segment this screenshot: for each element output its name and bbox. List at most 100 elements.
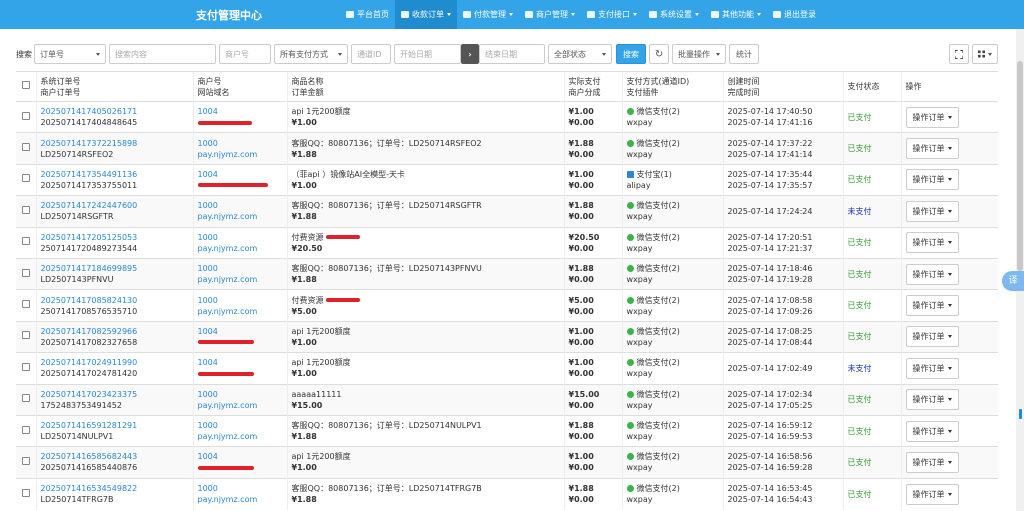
- merchant-id[interactable]: 1000: [198, 232, 283, 243]
- order-action-button[interactable]: 操作订单: [905, 483, 959, 505]
- nav-item-1[interactable]: 收款订单: [395, 0, 457, 29]
- refresh-icon[interactable]: ↻: [649, 44, 669, 64]
- columns-toggle-button[interactable]: [972, 44, 998, 64]
- nav-item-7[interactable]: 退出登录: [767, 0, 822, 29]
- order-action-button[interactable]: 操作订单: [905, 357, 959, 379]
- order-amount: ¥15.00: [291, 400, 323, 410]
- order-action-button[interactable]: 操作订单: [905, 295, 959, 317]
- site-domain[interactable]: pay.njymz.com: [198, 274, 283, 285]
- row-checkbox[interactable]: [21, 331, 30, 340]
- system-order-no[interactable]: 2025071417082592966: [41, 326, 189, 337]
- site-domain[interactable]: pay.njymz.com: [198, 211, 283, 222]
- order-no-cell: 2025071416585682443 2025071416585440876: [35, 446, 193, 479]
- row-checkbox[interactable]: [21, 143, 30, 152]
- system-order-no[interactable]: 2025071417085824130: [41, 295, 189, 306]
- translate-float-button[interactable]: 译: [1002, 271, 1024, 291]
- nav-item-4[interactable]: 支付接口: [581, 0, 643, 29]
- fullscreen-icon[interactable]: [949, 44, 969, 64]
- order-action-button[interactable]: 操作订单: [905, 389, 959, 411]
- system-order-no[interactable]: 2025071416534549822: [41, 483, 189, 494]
- order-action-button[interactable]: 操作订单: [905, 138, 959, 160]
- merchant-id[interactable]: 1000: [198, 483, 283, 494]
- system-order-no[interactable]: 2025071417023423375: [41, 389, 189, 400]
- row-checkbox[interactable]: [21, 300, 30, 309]
- merchant-id-input[interactable]: 商户号: [219, 44, 271, 64]
- merchant-id[interactable]: 1000: [198, 295, 283, 306]
- row-checkbox[interactable]: [21, 205, 30, 214]
- system-order-no[interactable]: 2025071417242447600: [41, 200, 189, 211]
- nav-item-2[interactable]: 付款管理: [457, 0, 519, 29]
- order-action-button[interactable]: 操作订单: [905, 169, 959, 191]
- chevron-down-icon: [988, 52, 992, 56]
- merchant-id[interactable]: 1000: [198, 138, 283, 149]
- merchant-id[interactable]: 1000: [198, 389, 283, 400]
- system-order-no[interactable]: 2025071417184699895: [41, 263, 189, 274]
- merchant-id[interactable]: 1000: [198, 420, 283, 431]
- payment-method-select[interactable]: 所有支付方式: [274, 44, 348, 64]
- row-checkbox[interactable]: [21, 174, 30, 183]
- batch-operation-button[interactable]: 批量操作: [672, 44, 726, 64]
- nav-item-0[interactable]: 平台首页: [340, 0, 395, 29]
- site-domain[interactable]: pay.njymz.com: [198, 431, 283, 442]
- scrollbar-thumb[interactable]: [1017, 61, 1023, 271]
- created-time: 2025-07-14 17:02:49: [727, 363, 813, 373]
- order-no-cell: 2025071416591281291 LD250714NULPV1: [35, 414, 193, 447]
- system-order-no[interactable]: 2025071417354491136: [41, 169, 189, 180]
- order-action-button[interactable]: 操作订单: [905, 326, 959, 348]
- nav-item-5[interactable]: 系统设置: [643, 0, 705, 29]
- start-date-input[interactable]: 开始日期: [394, 44, 461, 64]
- nav-item-3[interactable]: 商户管理: [519, 0, 581, 29]
- row-checkbox[interactable]: [21, 488, 30, 497]
- search-input[interactable]: 搜索内容: [109, 44, 216, 64]
- row-checkbox[interactable]: [21, 394, 30, 403]
- nav-item-6[interactable]: 其他功能: [705, 0, 767, 29]
- created-time: 2025-07-14 17:37:22: [727, 138, 813, 148]
- order-no-cell: 2025071416534549822 LD250714TFRG7B: [35, 477, 193, 510]
- status-select[interactable]: 全部状态: [548, 44, 612, 64]
- row-checkbox[interactable]: [21, 362, 30, 371]
- merchant-share: ¥0.00: [568, 243, 594, 253]
- row-checkbox[interactable]: [21, 111, 30, 120]
- site-domain[interactable]: pay.njymz.com: [198, 243, 283, 254]
- system-order-no[interactable]: 2025071417372215898: [41, 138, 189, 149]
- order-action-button[interactable]: 操作订单: [905, 263, 959, 285]
- select-all-checkbox[interactable]: [21, 81, 30, 89]
- order-action-button[interactable]: 操作订单: [905, 106, 959, 128]
- merchant-id[interactable]: 1004: [198, 451, 283, 462]
- site-domain[interactable]: pay.njymz.com: [198, 306, 283, 317]
- page-scrollbar[interactable]: [1016, 29, 1024, 511]
- system-order-no[interactable]: 2025071417205125053: [41, 232, 189, 243]
- system-order-no[interactable]: 2025071416591281291: [41, 420, 189, 431]
- merchant-id[interactable]: 1004: [198, 169, 283, 180]
- system-order-no[interactable]: 2025071417405026171: [41, 106, 189, 117]
- row-checkbox[interactable]: [21, 425, 30, 434]
- chevron-down-icon: [716, 53, 720, 56]
- row-checkbox[interactable]: [21, 237, 30, 246]
- merchant-id[interactable]: 1000: [198, 263, 283, 274]
- order-action-button[interactable]: 操作订单: [905, 232, 959, 254]
- end-date-input[interactable]: 结束日期: [479, 44, 545, 64]
- statistics-button[interactable]: 统计: [729, 44, 759, 64]
- order-action-button[interactable]: 操作订单: [905, 200, 959, 222]
- payment-plugin: wxpay: [626, 212, 653, 222]
- merchant-id[interactable]: 1004: [198, 357, 283, 368]
- system-order-no[interactable]: 2025071416585682443: [41, 451, 189, 462]
- channel-id-input[interactable]: 通道ID: [351, 44, 391, 64]
- merchant-id[interactable]: 1000: [198, 200, 283, 211]
- system-order-no[interactable]: 2025071417024911990: [41, 357, 189, 368]
- site-domain[interactable]: pay.njymz.com: [198, 149, 283, 160]
- merchant-cell: 1000 pay.njymz.com: [192, 195, 287, 228]
- time-cell: 2025-07-14 16:58:56 2025-07-14 16:59:28: [722, 446, 843, 479]
- search-button[interactable]: 搜索: [616, 44, 646, 64]
- app-title[interactable]: 支付管理中心: [196, 7, 262, 23]
- site-domain[interactable]: pay.njymz.com: [198, 400, 283, 411]
- merchant-id[interactable]: 1004: [198, 326, 283, 337]
- order-action-button[interactable]: 操作订单: [905, 451, 959, 473]
- row-checkbox[interactable]: [21, 456, 30, 465]
- merchant-id[interactable]: 1004: [198, 106, 283, 117]
- search-field-select[interactable]: 订单号: [34, 44, 106, 64]
- order-action-button[interactable]: 操作订单: [905, 420, 959, 442]
- site-domain[interactable]: pay.njymz.com: [198, 494, 283, 505]
- row-checkbox[interactable]: [21, 268, 30, 277]
- time-cell: 2025-07-14 17:20:51 2025-07-14 17:21:37: [722, 226, 843, 259]
